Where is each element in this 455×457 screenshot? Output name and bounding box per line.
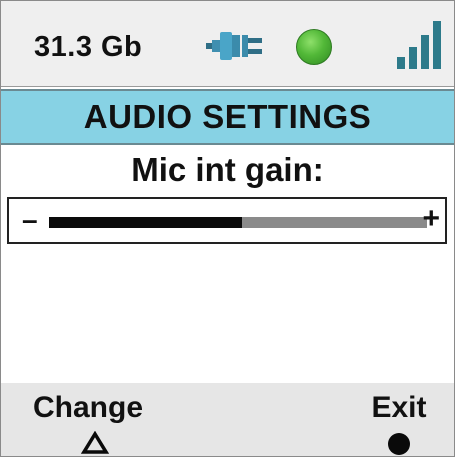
status-bar: 31.3 Gb bbox=[1, 1, 454, 87]
title-bar: AUDIO SETTINGS bbox=[1, 89, 454, 145]
device-screen: 31.3 Gb AUDIO SETTINGS Mic int gain: – + bbox=[0, 0, 455, 457]
soft-key-bar: Change Exit bbox=[1, 383, 454, 456]
parameter-label: Mic int gain: bbox=[131, 151, 324, 188]
exit-softkey[interactable]: Exit bbox=[359, 391, 439, 455]
exit-label: Exit bbox=[371, 391, 427, 424]
triangle-icon bbox=[81, 431, 109, 454]
circle-icon bbox=[388, 433, 410, 455]
slider-track[interactable] bbox=[49, 217, 427, 228]
change-softkey[interactable]: Change bbox=[33, 391, 163, 454]
signal-bars-icon bbox=[397, 21, 441, 69]
slider-minus-label: – bbox=[22, 204, 38, 235]
slider-plus-label: + bbox=[422, 202, 440, 235]
menu-title: AUDIO SETTINGS bbox=[83, 98, 372, 135]
gain-slider[interactable]: – + bbox=[7, 197, 447, 244]
plug-icon bbox=[206, 32, 262, 60]
change-label: Change bbox=[33, 391, 144, 424]
storage-readout: 31.3 Gb bbox=[34, 31, 143, 63]
status-led-icon bbox=[296, 29, 332, 65]
slider-fill bbox=[49, 217, 242, 228]
